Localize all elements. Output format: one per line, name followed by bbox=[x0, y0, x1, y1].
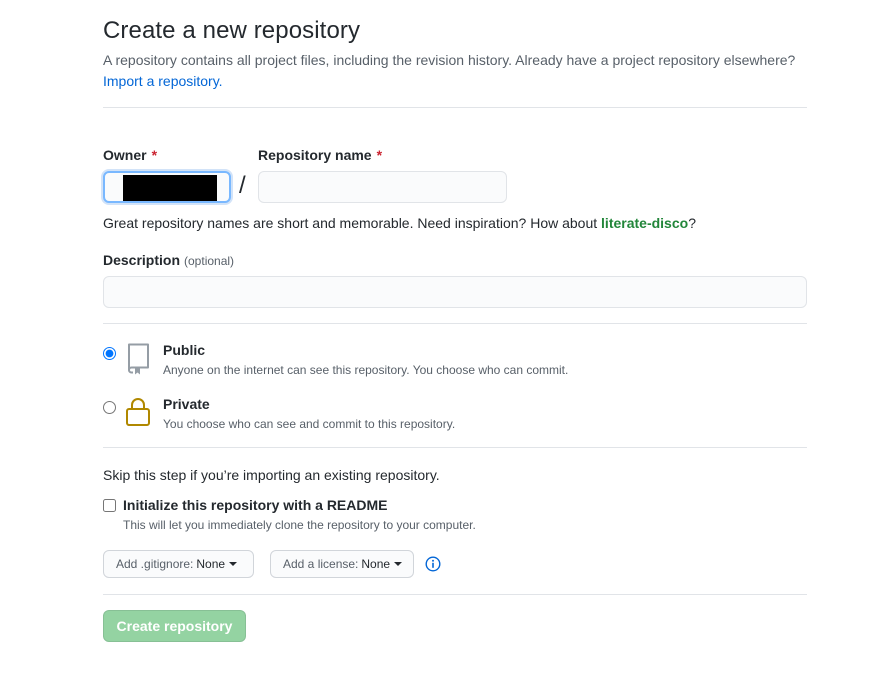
divider bbox=[103, 594, 807, 595]
repo-icon bbox=[128, 343, 149, 375]
private-description: You choose who can see and commit to thi… bbox=[163, 417, 456, 431]
owner-repo-separator: / bbox=[239, 172, 246, 199]
owner-redacted bbox=[123, 175, 217, 201]
repository-name-hint: Great repository names are short and mem… bbox=[103, 215, 696, 231]
lock-icon bbox=[126, 398, 150, 426]
readme-description: This will let you immediately clone the … bbox=[123, 518, 476, 532]
optional-hint: (optional) bbox=[184, 254, 235, 268]
readme-label[interactable]: Initialize this repository with a README bbox=[123, 497, 387, 513]
public-title: Public bbox=[163, 342, 206, 358]
gitignore-dropdown[interactable]: Add .gitignore: None bbox=[103, 550, 254, 578]
page-subtitle: A repository contains all project files,… bbox=[103, 50, 807, 92]
info-icon[interactable] bbox=[425, 556, 441, 572]
license-label: Add a license: bbox=[283, 557, 359, 571]
owner-select[interactable] bbox=[103, 171, 231, 203]
divider bbox=[103, 107, 807, 108]
caret-down-icon bbox=[394, 562, 403, 566]
private-title: Private bbox=[163, 396, 210, 412]
license-dropdown[interactable]: Add a license: None bbox=[270, 550, 414, 578]
readme-checkbox[interactable] bbox=[103, 499, 116, 512]
required-mark: * bbox=[151, 147, 158, 163]
subtitle-text: A repository contains all project files,… bbox=[103, 52, 796, 68]
description-input[interactable] bbox=[103, 276, 807, 308]
repository-name-input[interactable] bbox=[258, 171, 507, 203]
gitignore-value: None bbox=[196, 557, 226, 571]
visibility-option-public[interactable]: Public Anyone on the internet can see th… bbox=[103, 340, 807, 380]
name-suggestion[interactable]: literate-disco bbox=[601, 215, 688, 231]
public-radio[interactable] bbox=[103, 347, 116, 360]
repository-name-label: Repository name * bbox=[258, 147, 383, 163]
gitignore-label: Add .gitignore: bbox=[116, 557, 194, 571]
page-title: Create a new repository bbox=[103, 17, 361, 44]
public-description: Anyone on the internet can see this repo… bbox=[163, 363, 569, 377]
visibility-option-private[interactable]: Private You choose who can see and commi… bbox=[103, 394, 807, 434]
divider bbox=[103, 323, 807, 324]
license-value: None bbox=[361, 557, 391, 571]
skip-step-text: Skip this step if you’re importing an ex… bbox=[103, 467, 440, 483]
create-repository-button[interactable]: Create repository bbox=[103, 610, 246, 642]
description-label: Description (optional) bbox=[103, 252, 235, 268]
import-repository-link[interactable]: Import a repository. bbox=[103, 73, 223, 89]
required-mark: * bbox=[376, 147, 383, 163]
caret-down-icon bbox=[229, 562, 238, 566]
private-radio[interactable] bbox=[103, 401, 116, 414]
owner-label: Owner * bbox=[103, 147, 158, 163]
divider bbox=[103, 447, 807, 448]
